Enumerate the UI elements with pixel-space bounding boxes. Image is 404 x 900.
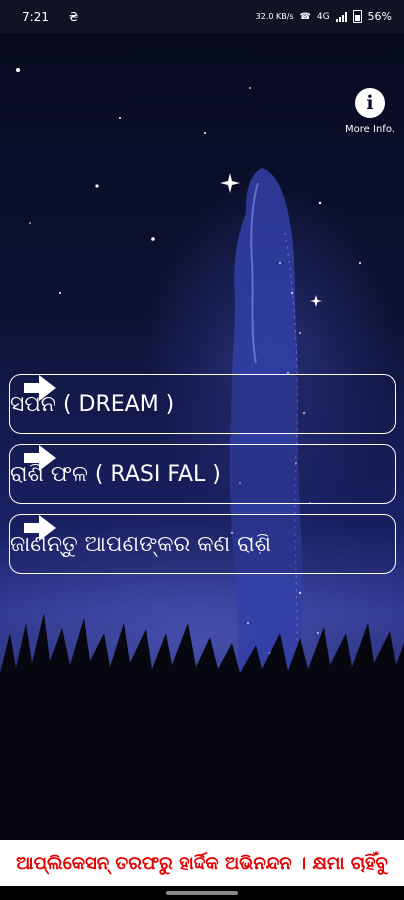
dream-button[interactable]: ସପନ ( DREAM ) (9, 374, 396, 434)
greeting-banner-text: ଆପ୍ଲିକେସନ୍ ତରଫରୁ ହାର୍ଦ୍ଦିକ ଅଭିନନ୍ଦନ । କ୍… (16, 852, 388, 874)
arrow-right-icon (24, 375, 56, 401)
rasi-fal-button[interactable]: ରାଶି ଫଳ ( RASI FAL ) (9, 444, 396, 504)
battery-icon (352, 10, 362, 23)
wifi-calling-icon: ☎ (299, 11, 311, 22)
info-icon: i (355, 88, 385, 118)
network-type: 4G (316, 11, 330, 22)
more-info-label: More Info. (345, 124, 395, 135)
home-gesture-handle[interactable] (166, 891, 238, 895)
signal-icon (335, 11, 347, 22)
grass-silhouette (0, 613, 404, 840)
night-sky-illustration (0, 68, 404, 840)
arrow-right-icon (24, 445, 56, 471)
status-bar: 7:21 ₴ 32.0 KB/s ☎ 4G 56% (0, 0, 404, 33)
arrow-right-icon (24, 515, 56, 541)
network-speed: 32.0 KB/s (255, 12, 294, 21)
battery-percent: 56% (367, 10, 392, 23)
navigation-bar (0, 886, 404, 900)
greeting-banner: ଆପ୍ଲିକେସନ୍ ତରଫରୁ ହାର୍ଦ୍ଦିକ ଅଭିନନ୍ଦନ । କ୍… (0, 840, 404, 886)
clock: 7:21 (22, 9, 49, 24)
notification-icon: ₴ (68, 9, 79, 24)
know-your-rasi-button[interactable]: ଜାଣନ୍ତୁ ଆପଣଙ୍କର କଣ ରାଶି (9, 514, 396, 574)
stars (16, 68, 361, 307)
background-scene: i More Info. ସପନ ( DREAM ) ରାଶି ଫଳ ( RAS… (0, 33, 404, 840)
more-info-button[interactable]: i More Info. (338, 88, 402, 135)
